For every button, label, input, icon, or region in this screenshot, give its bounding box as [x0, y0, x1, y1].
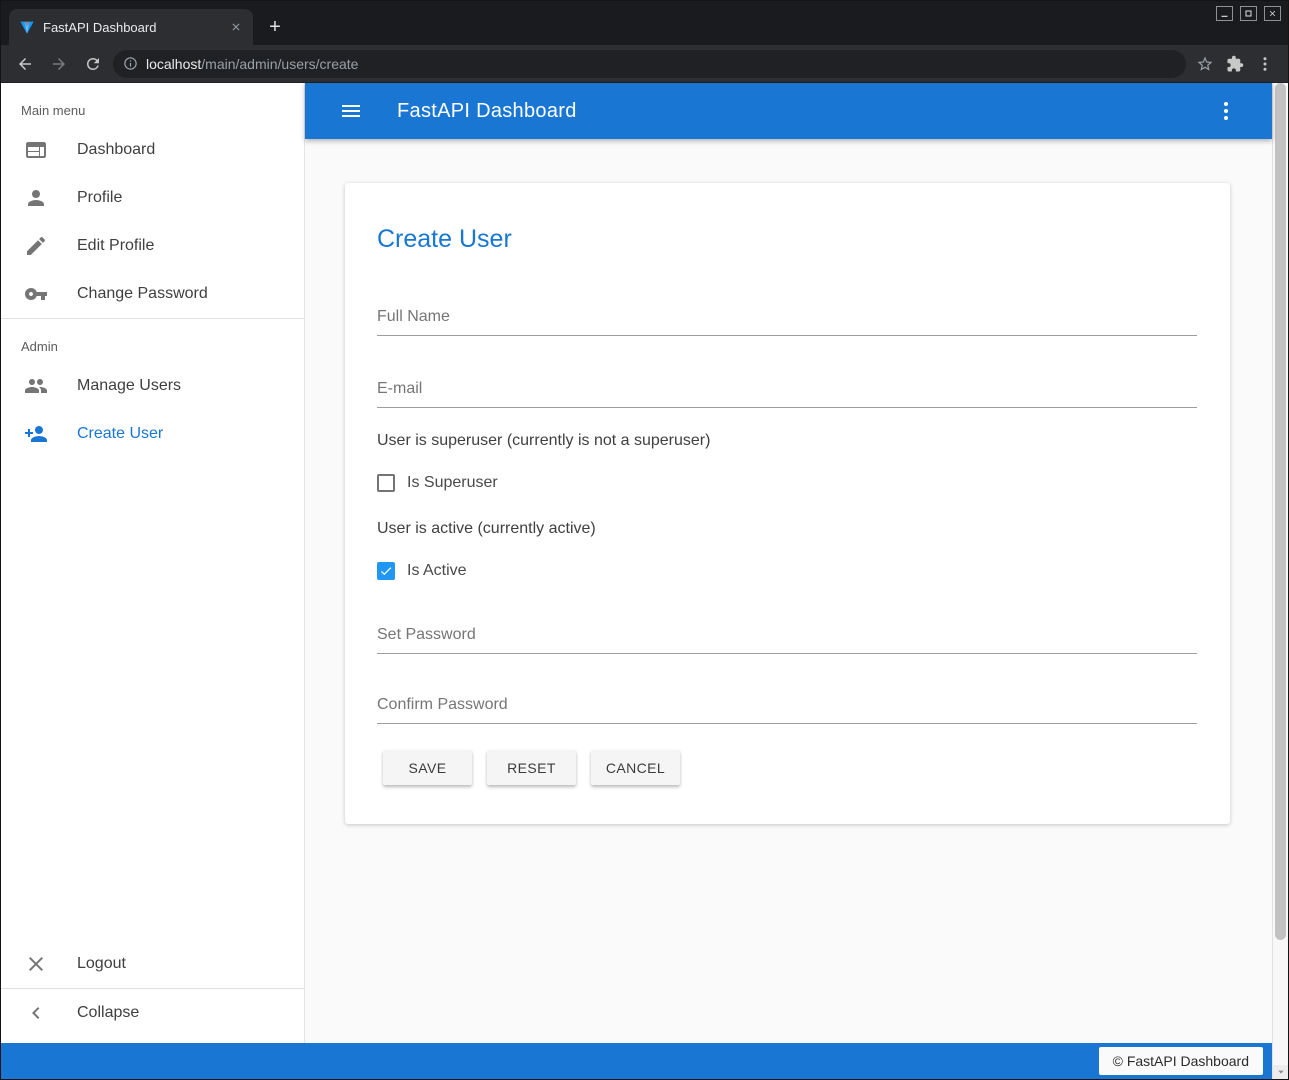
email-input[interactable] [377, 378, 1197, 408]
main-area: FastAPI Dashboard Create User User is su… [305, 83, 1272, 1043]
set-password-input[interactable] [377, 624, 1197, 654]
create-user-card: Create User User is superuser (currently… [345, 183, 1230, 824]
scrollbar-down-arrow[interactable] [1273, 1065, 1288, 1079]
vuetify-logo-icon [19, 19, 35, 35]
sidebar-divider [1, 318, 304, 319]
back-button[interactable] [11, 50, 39, 78]
confirm-password-input[interactable] [377, 694, 1197, 724]
sidebar-item-dashboard[interactable]: Dashboard [1, 126, 304, 174]
url-path: /main/admin/users/create [201, 56, 358, 72]
sidebar-section-main-menu: Main menu [21, 103, 304, 118]
arrow-back-icon [16, 55, 34, 73]
sidebar-collapse-button[interactable]: Collapse [1, 989, 304, 1037]
reload-icon [84, 55, 102, 73]
sidebar-item-change-password[interactable]: Change Password [1, 270, 304, 318]
sidebar-item-edit-profile[interactable]: Edit Profile [1, 222, 304, 270]
bookmark-star-icon[interactable] [1196, 55, 1214, 73]
hamburger-menu-button[interactable] [333, 93, 369, 129]
is-superuser-label: Is Superuser [407, 474, 498, 492]
sidebar-item-label: Collapse [77, 1004, 139, 1022]
is-superuser-checkbox[interactable] [377, 474, 395, 492]
browser-window: FastAPI Dashboard + [0, 0, 1289, 1080]
key-icon [24, 282, 48, 306]
window-close-button[interactable] [1264, 6, 1281, 21]
reset-button[interactable]: RESET [487, 750, 576, 785]
sidebar-item-label: Dashboard [77, 141, 155, 159]
person-icon [24, 186, 48, 210]
page-viewport: Main menu Dashboard Profile Edit Profile [1, 83, 1288, 1079]
sidebar-item-logout[interactable]: Logout [1, 940, 304, 988]
full-name-input[interactable] [377, 306, 1197, 336]
sidebar-item-label: Logout [77, 955, 126, 973]
superuser-hint: User is superuser (currently is not a su… [377, 432, 1197, 450]
window-maximize-button[interactable] [1240, 6, 1257, 21]
app-footer: © FastAPI Dashboard [1, 1043, 1272, 1079]
browser-tab-bar: FastAPI Dashboard + [1, 1, 1288, 45]
active-hint: User is active (currently active) [377, 520, 1197, 538]
site-info-icon [123, 56, 138, 71]
url-host: localhost [146, 56, 201, 72]
footer-copyright: © FastAPI Dashboard [1099, 1047, 1263, 1075]
page-column: Main menu Dashboard Profile Edit Profile [1, 83, 1272, 1079]
tab-title: FastAPI Dashboard [43, 20, 219, 35]
sidebar-item-label: Profile [77, 189, 122, 207]
browser-menu-kebab-icon[interactable] [1256, 55, 1274, 73]
browser-address-bar: localhost/main/admin/users/create [1, 45, 1288, 83]
extensions-icon[interactable] [1226, 55, 1244, 73]
sidebar-item-label: Manage Users [77, 377, 181, 395]
footer-copyright-text: © FastAPI Dashboard [1113, 1053, 1249, 1069]
cancel-button[interactable]: CANCEL [591, 750, 680, 785]
pencil-icon [24, 234, 48, 258]
sidebar-item-manage-users[interactable]: Manage Users [1, 362, 304, 410]
browser-tab[interactable]: FastAPI Dashboard [9, 9, 253, 45]
page-title: Create User [377, 225, 1197, 254]
sidebar-spacer [1, 458, 304, 940]
is-active-checkbox[interactable] [377, 562, 395, 580]
url-field[interactable]: localhost/main/admin/users/create [113, 50, 1186, 78]
window-minimize-button[interactable] [1216, 6, 1233, 21]
sidebar-item-profile[interactable]: Profile [1, 174, 304, 222]
content-area: Create User User is superuser (currently… [305, 139, 1272, 1043]
app-bar: FastAPI Dashboard [305, 83, 1272, 139]
chevron-left-icon [24, 1001, 48, 1025]
sidebar-item-label: Create User [77, 425, 163, 443]
page-body: Main menu Dashboard Profile Edit Profile [1, 83, 1272, 1043]
arrow-forward-icon [50, 55, 68, 73]
page-scrollbar[interactable] [1272, 83, 1288, 1079]
scrollbar-thumb[interactable] [1275, 83, 1286, 940]
save-button[interactable]: SAVE [383, 750, 472, 785]
check-icon [379, 564, 393, 578]
new-tab-button[interactable]: + [261, 13, 289, 41]
scrollbar-track[interactable] [1273, 940, 1288, 1065]
close-icon [24, 952, 48, 976]
forward-button[interactable] [45, 50, 73, 78]
person-add-icon [24, 422, 48, 446]
sidebar-item-label: Edit Profile [77, 237, 154, 255]
people-icon [24, 374, 48, 398]
url-text: localhost/main/admin/users/create [146, 56, 358, 72]
form-buttons: SAVE RESET CANCEL [377, 750, 1197, 785]
sidebar: Main menu Dashboard Profile Edit Profile [1, 83, 305, 1043]
sidebar-item-create-user[interactable]: Create User [1, 410, 304, 458]
reload-button[interactable] [79, 50, 107, 78]
is-superuser-row[interactable]: Is Superuser [377, 474, 1197, 492]
appbar-menu-button[interactable] [1208, 93, 1244, 129]
address-bar-actions [1192, 55, 1278, 73]
dashboard-icon [24, 138, 48, 162]
sidebar-item-label: Change Password [77, 285, 208, 303]
window-controls [1216, 6, 1281, 21]
kebab-menu-icon [1214, 99, 1238, 123]
arrow-down-icon [1277, 1068, 1285, 1076]
hamburger-icon [339, 99, 363, 123]
appbar-title: FastAPI Dashboard [397, 100, 1180, 123]
tab-close-icon[interactable] [227, 18, 245, 36]
sidebar-section-admin: Admin [21, 339, 304, 354]
is-active-label: Is Active [407, 562, 467, 580]
is-active-row[interactable]: Is Active [377, 562, 1197, 580]
